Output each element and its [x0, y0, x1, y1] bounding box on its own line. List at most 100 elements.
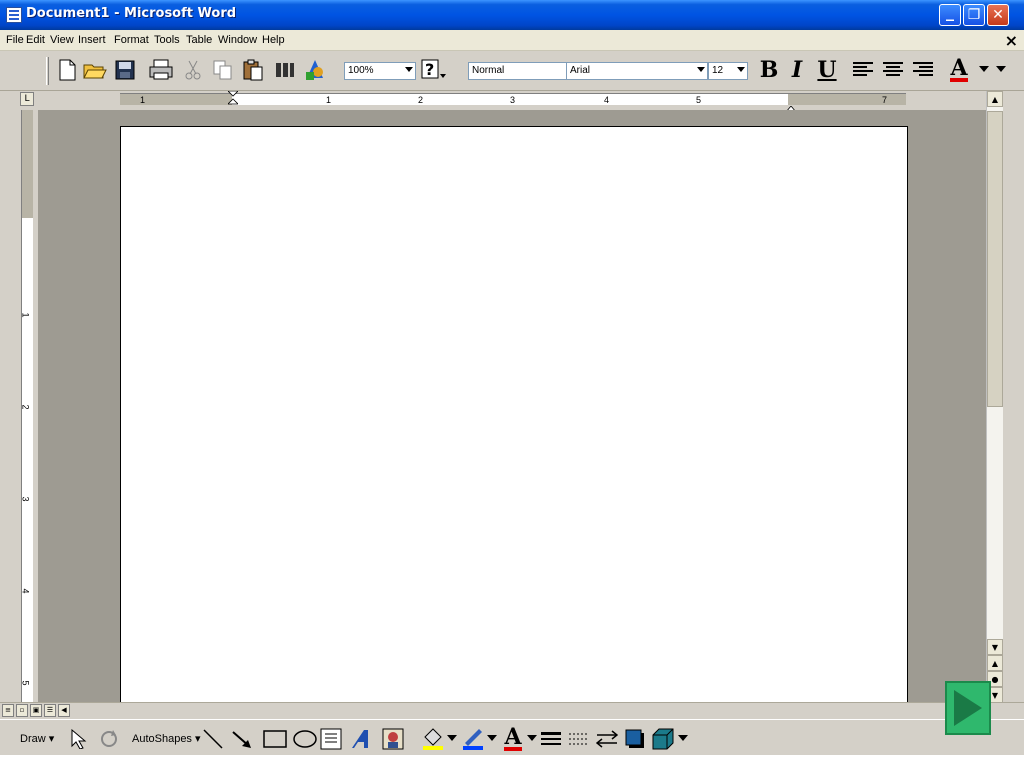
title-bar: Document1 - Microsoft Word _ ❐ ✕ — [0, 0, 1024, 30]
ruler-number: 5 — [20, 680, 31, 686]
font-color-glyph: A — [950, 55, 968, 82]
menu-insert[interactable]: Insert — [78, 34, 106, 46]
copy-icon[interactable] — [210, 57, 236, 83]
align-left-icon[interactable] — [850, 57, 876, 83]
zoom-dropdown[interactable]: 100% — [344, 62, 416, 80]
menu-edit[interactable]: Edit — [26, 34, 45, 46]
print-layout-view-icon[interactable]: ▣ — [30, 704, 42, 717]
view-bar: ≡ ▫ ▣ ☰ ◀ — [0, 702, 1024, 719]
align-right-icon[interactable] — [910, 57, 936, 83]
document-page[interactable] — [120, 126, 908, 702]
menu-bar: File Edit View Insert Format Tools Table… — [0, 30, 1024, 51]
ruler-number: 5 — [696, 95, 702, 105]
paste-icon[interactable] — [240, 57, 266, 83]
font-color-button[interactable]: A — [942, 57, 976, 83]
ruler-text-area — [21, 218, 33, 702]
open-folder-icon[interactable] — [82, 57, 108, 83]
style-value: Normal — [472, 65, 505, 76]
chevron-down-icon[interactable] — [976, 57, 992, 83]
scroll-up-button[interactable]: ▲ — [987, 91, 1003, 107]
vertical-scrollbar[interactable]: ▲ ▼ ▲ ● ▼ — [986, 91, 1003, 703]
free-rotate-icon[interactable] — [96, 726, 122, 752]
chevron-down-icon[interactable] — [486, 726, 498, 752]
ruler-number: 2 — [418, 95, 424, 105]
tab-selector[interactable]: L — [20, 92, 34, 106]
toolbar-grip[interactable] — [46, 57, 49, 85]
menu-view[interactable]: View — [50, 34, 74, 46]
wordart-icon[interactable] — [348, 726, 374, 752]
shadow-style-icon[interactable] — [622, 726, 648, 752]
ruler-number: 2 — [20, 404, 31, 410]
oval-icon[interactable] — [292, 726, 318, 752]
menu-help[interactable]: Help — [262, 34, 285, 46]
svg-text:?: ? — [425, 60, 434, 79]
zoom-value: 100% — [348, 65, 374, 76]
font-dropdown[interactable]: Arial — [566, 62, 708, 80]
scroll-thumb[interactable] — [987, 111, 1003, 407]
text-box-icon[interactable] — [318, 726, 344, 752]
close-icon: ✕ — [992, 7, 1004, 23]
arrow-icon[interactable] — [230, 726, 256, 752]
outline-view-icon[interactable]: ☰ — [44, 704, 56, 717]
font-size-dropdown[interactable]: 12 — [708, 62, 748, 80]
rectangle-icon[interactable] — [262, 726, 288, 752]
scroll-left-button[interactable]: ◀ — [58, 704, 70, 717]
style-dropdown[interactable]: Normal — [468, 62, 578, 80]
menu-file[interactable]: File — [6, 34, 24, 46]
restore-button[interactable]: ❐ — [963, 4, 985, 26]
fill-color-icon[interactable] — [420, 726, 446, 752]
cut-icon[interactable] — [180, 57, 206, 83]
previous-page-button[interactable]: ▲ — [987, 655, 1003, 671]
document-close-button[interactable]: × — [1005, 31, 1018, 50]
drawing-icon[interactable] — [302, 57, 328, 83]
word-window: Document1 - Microsoft Word _ ❐ ✕ File Ed… — [0, 0, 1024, 768]
new-document-icon[interactable] — [54, 57, 80, 83]
arrow-style-icon[interactable] — [594, 726, 620, 752]
web-layout-view-icon[interactable]: ▫ — [16, 704, 28, 717]
line-icon[interactable] — [200, 726, 226, 752]
horizontal-ruler[interactable]: L 1 1 2 3 4 5 7 — [0, 90, 1024, 113]
indent-marker-icon[interactable] — [227, 90, 239, 107]
italic-button[interactable]: I — [784, 57, 810, 83]
chevron-down-icon[interactable] — [676, 726, 690, 752]
columns-icon[interactable] — [272, 57, 298, 83]
scroll-down-button[interactable]: ▼ — [987, 639, 1003, 655]
chevron-down-icon[interactable] — [446, 726, 458, 752]
menu-table[interactable]: Table — [186, 34, 212, 46]
font-color-icon[interactable]: A — [500, 726, 526, 752]
close-button[interactable]: ✕ — [987, 4, 1009, 26]
document-canvas — [38, 110, 986, 702]
menu-format[interactable]: Format — [114, 34, 149, 46]
draw-font-color-glyph: A — [504, 724, 522, 751]
line-style-icon[interactable] — [538, 726, 564, 752]
print-icon[interactable] — [148, 57, 174, 83]
toolbar-options-icon[interactable] — [994, 57, 1008, 83]
autoshapes-menu-button[interactable]: AutoShapes ▾ — [132, 732, 201, 745]
draw-menu-button[interactable]: Draw ▾ — [20, 732, 54, 745]
minimize-button[interactable]: _ — [939, 4, 961, 26]
font-value: Arial — [570, 65, 591, 76]
save-icon[interactable] — [112, 57, 138, 83]
ruler-number: 4 — [20, 588, 31, 594]
play-button[interactable] — [945, 681, 991, 735]
chevron-down-icon[interactable] — [526, 726, 538, 752]
dash-style-icon[interactable] — [566, 726, 592, 752]
toolbar: 100% ? Normal Arial 12 B I U A — [0, 51, 1024, 91]
align-center-icon[interactable] — [880, 57, 906, 83]
ruler-number: 1 — [20, 312, 31, 318]
right-indent-marker-icon[interactable] — [785, 99, 797, 113]
top-margin-area — [21, 110, 33, 218]
underline-button[interactable]: U — [814, 57, 840, 83]
bold-button[interactable]: B — [756, 57, 782, 83]
normal-view-icon[interactable]: ≡ — [2, 704, 14, 717]
line-color-icon[interactable] — [460, 726, 486, 752]
clip-art-icon[interactable] — [380, 726, 406, 752]
menu-tools[interactable]: Tools — [154, 34, 180, 46]
3d-style-icon[interactable] — [650, 726, 676, 752]
help-icon[interactable]: ? — [420, 57, 446, 83]
menu-window[interactable]: Window — [218, 34, 257, 46]
vertical-ruler[interactable]: 1 2 3 4 5 — [18, 110, 38, 702]
ruler-number: 7 — [882, 95, 888, 105]
left-margin-area — [120, 93, 232, 105]
select-objects-icon[interactable] — [66, 726, 92, 752]
